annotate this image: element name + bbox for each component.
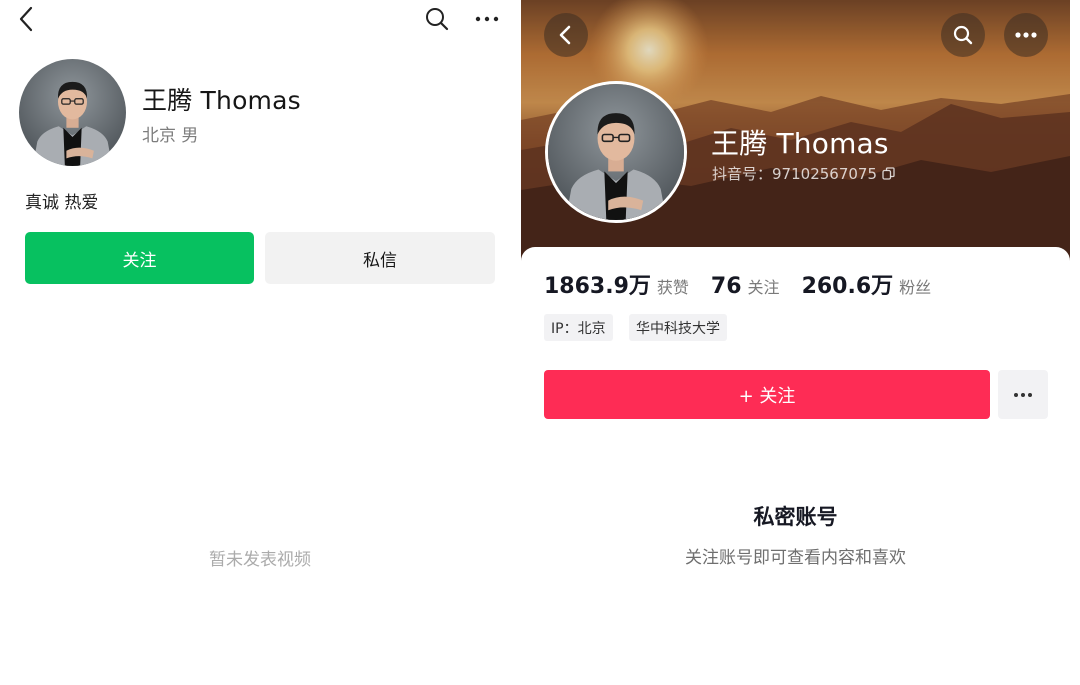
profile-name: 王腾 Thomas	[142, 86, 301, 115]
account-id-row: 抖音号： 97102567075	[712, 163, 895, 184]
more-horizontal-icon	[1014, 31, 1038, 39]
private-account-title: 私密账号	[753, 505, 838, 529]
more-horizontal-icon	[1013, 392, 1033, 398]
private-account-subtitle: 关注账号即可查看内容和喜欢	[685, 548, 906, 568]
follow-button-label: 关注	[122, 250, 157, 271]
search-icon[interactable]	[422, 5, 452, 33]
more-horizontal-icon[interactable]	[472, 5, 502, 33]
profile-location-gender: 北京 男	[142, 126, 199, 146]
account-id-value: 97102567075	[772, 164, 877, 183]
right-profile-panel: 王腾 Thomas 抖音号： 97102567075 1863.9万 获赞 76…	[521, 0, 1070, 685]
follow-button-label: + 关注	[738, 385, 796, 407]
copy-icon[interactable]	[882, 167, 895, 180]
back-button[interactable]	[544, 13, 588, 57]
likes-label: 获赞	[656, 278, 689, 297]
empty-videos-text: 暂未发表视频	[209, 550, 311, 570]
account-id-label: 抖音号：	[712, 165, 773, 183]
avatar[interactable]	[19, 59, 126, 166]
following-label[interactable]: 关注	[748, 274, 780, 298]
likes-count: 1863.9万	[544, 274, 651, 299]
profile-name: 王腾 Thomas	[711, 127, 889, 160]
left-profile-panel: 王腾 Thomas 北京 男 真诚 热爱 关注 私信 暂未发表视频	[0, 0, 520, 685]
follow-more-button[interactable]	[998, 370, 1048, 419]
follow-button[interactable]: + 关注	[544, 370, 990, 419]
profile-bio: 真诚 热爱	[25, 193, 99, 213]
more-button[interactable]	[1004, 13, 1048, 57]
chevron-left-icon[interactable]	[12, 5, 42, 33]
school-tag[interactable]: 华中科技大学	[629, 314, 727, 341]
follow-button[interactable]: 关注	[25, 232, 254, 284]
followers-count[interactable]: 260.6万	[802, 268, 894, 300]
profile-stats: 1863.9万 获赞 76 关注 260.6万 粉丝	[544, 268, 953, 300]
profile-content-card	[521, 247, 1070, 685]
message-button[interactable]: 私信	[265, 232, 495, 284]
ip-location-tag: IP：北京	[544, 314, 613, 341]
search-button[interactable]	[941, 13, 985, 57]
search-icon	[951, 23, 975, 47]
avatar[interactable]	[545, 81, 687, 223]
followers-label[interactable]: 粉丝	[899, 274, 931, 298]
chevron-left-icon	[556, 24, 576, 46]
message-button-label: 私信	[363, 250, 397, 271]
following-count[interactable]: 76	[711, 274, 742, 299]
